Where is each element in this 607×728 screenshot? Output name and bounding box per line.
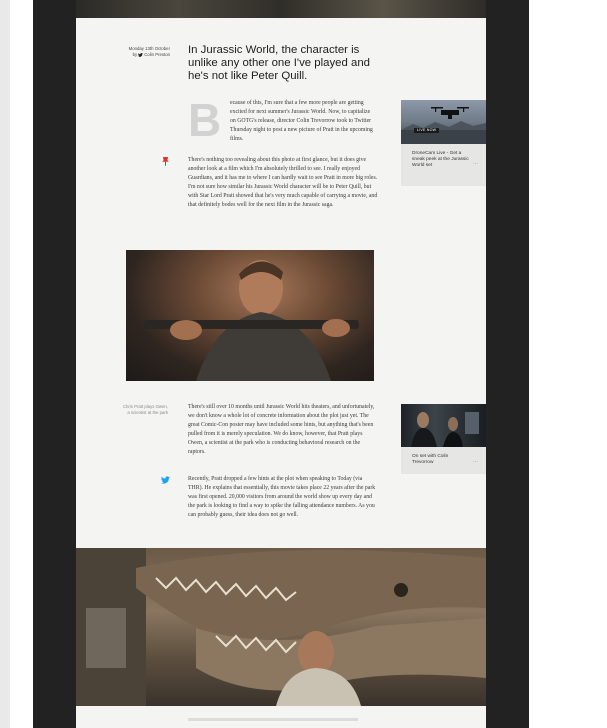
live-now-badge: LIVE NOW — [414, 128, 440, 133]
related-thumbnail — [401, 404, 486, 447]
more-icon[interactable]: ... — [473, 160, 478, 166]
article-page[interactable]: Monday 13th October by Colin Preston In … — [76, 0, 486, 728]
article-paragraph-2: There's nothing too revealing about this… — [188, 157, 378, 208]
related-card-dronecam[interactable]: LIVE NOW DroneCam Live - Get a sneak pee… — [401, 100, 486, 186]
pin-icon[interactable] — [162, 157, 169, 166]
article-paragraph-3: There's still over 10 months until Juras… — [188, 404, 375, 455]
related-card-on-set[interactable]: On set with Colin Trevorrow ... — [401, 404, 486, 474]
twitter-icon[interactable] — [161, 476, 170, 484]
more-icon[interactable]: ... — [473, 458, 478, 464]
photo-caption: Chris Pratt plays Owen, a scientist at t… — [122, 404, 168, 415]
dinosaur-illustration — [76, 548, 486, 706]
article-paragraph-4: Recently, Pratt dropped a few hints at t… — [188, 476, 376, 518]
article-headline: In Jurassic World, the character is unli… — [188, 44, 371, 82]
byline[interactable]: by Colin Preston — [133, 52, 170, 58]
left-gutter — [0, 0, 10, 728]
article-photo-pratt — [126, 250, 374, 381]
related-title: DroneCam Live - Get a sneak peek at the … — [412, 151, 469, 168]
hero-image-top — [76, 0, 486, 18]
twitter-icon — [138, 53, 144, 57]
drone-illustration — [401, 107, 486, 144]
byline-prefix: by — [132, 52, 138, 57]
related-title: On set with Colin Trevorrow — [412, 454, 449, 465]
photo-illustration — [144, 260, 359, 381]
author-name: Colin Preston — [144, 52, 170, 57]
related-thumbnail: LIVE NOW — [401, 100, 486, 144]
drop-cap: B — [188, 94, 222, 146]
page-footer-area — [76, 706, 486, 728]
next-text-line — [188, 718, 358, 721]
on-set-illustration — [411, 412, 479, 447]
hero-image-dinosaur — [76, 548, 486, 706]
article-paragraph-1: ecause of this, I'm sure that a few more… — [230, 100, 373, 142]
article-meta: Monday 13th October by Colin Preston — [106, 46, 170, 58]
